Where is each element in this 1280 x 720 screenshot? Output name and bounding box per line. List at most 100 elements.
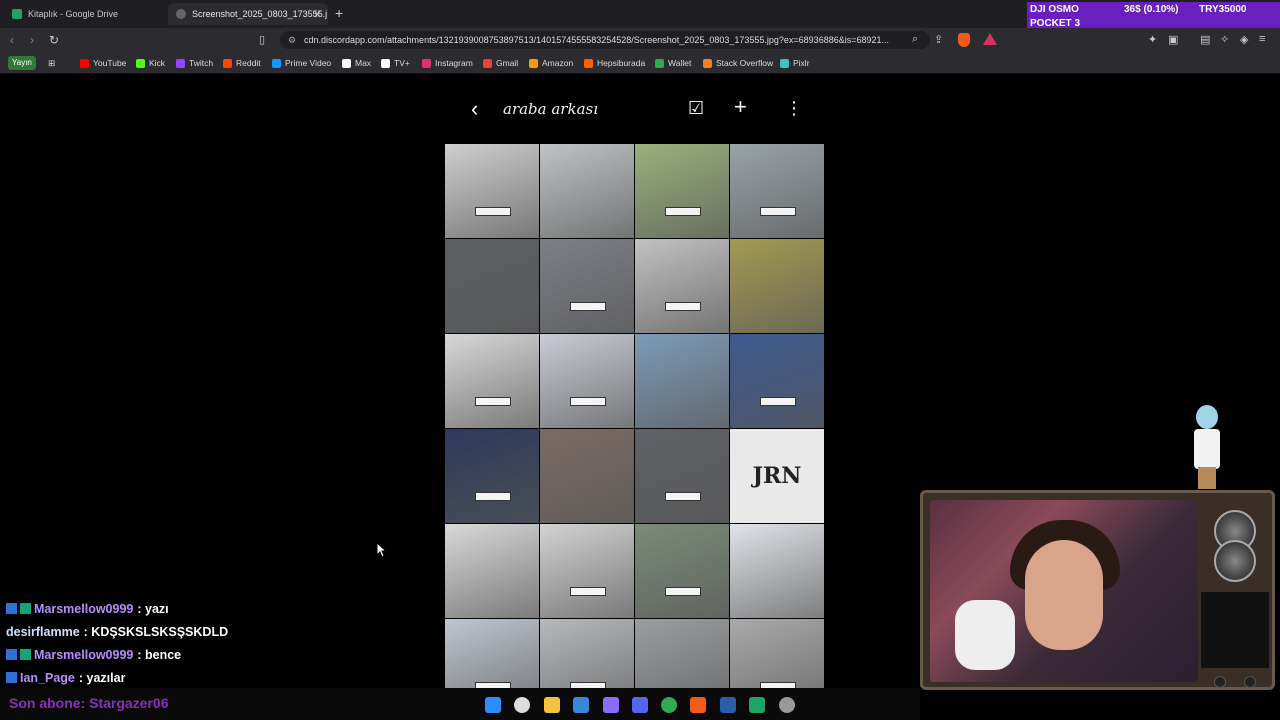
- store-icon[interactable]: [573, 697, 589, 713]
- chrome-icon[interactable]: [661, 697, 677, 713]
- photo-thumbnail[interactable]: [635, 144, 729, 238]
- tv-dial-right: [1244, 676, 1256, 688]
- sheets-icon[interactable]: [749, 697, 765, 713]
- screen: Kitaplık - Google Drive Screenshot_2025_…: [0, 0, 1280, 720]
- chat-badge-icon: [20, 603, 31, 614]
- back-icon[interactable]: ‹: [10, 33, 14, 47]
- bookmark-gmail[interactable]: Gmail: [483, 56, 518, 70]
- bookmark-amazon[interactable]: Amazon: [529, 56, 573, 70]
- license-plate: [665, 492, 701, 501]
- forward-icon[interactable]: ›: [30, 33, 34, 47]
- price-ticker: DJI OSMO POCKET 3 36$ (0.10%) TRY35000: [1027, 2, 1280, 31]
- zoom-icon[interactable]: ⌕: [912, 33, 918, 46]
- chat-text: : yazılar: [78, 670, 126, 685]
- license-plate: [475, 207, 511, 216]
- license-plate: [760, 207, 796, 216]
- bookmark-tv-[interactable]: TV+: [381, 56, 410, 70]
- site-info-icon[interactable]: ⚙: [288, 31, 296, 49]
- brave-shields-icon[interactable]: [958, 33, 970, 47]
- bookmark-pixlr[interactable]: Pixlr: [780, 56, 810, 70]
- photo-thumbnail[interactable]: [445, 524, 539, 618]
- wallet-icon[interactable]: ▤: [1200, 33, 1210, 46]
- windows-icon[interactable]: [485, 697, 501, 713]
- bookmark-label: Kick: [149, 58, 166, 68]
- photo-thumbnail[interactable]: [635, 429, 729, 523]
- youtube-icon: [80, 58, 89, 68]
- bookmark-label: Twitch: [189, 58, 214, 68]
- search-icon[interactable]: [514, 697, 530, 713]
- photo-thumbnail[interactable]: JRN: [730, 429, 824, 523]
- close-icon[interactable]: ✕: [313, 8, 322, 21]
- back-arrow-icon[interactable]: ‹: [471, 96, 478, 122]
- photo-thumbnail[interactable]: [635, 524, 729, 618]
- file-explorer-icon[interactable]: [544, 697, 560, 713]
- photo-thumbnail[interactable]: [445, 429, 539, 523]
- sidebar-icon[interactable]: ▣: [1168, 33, 1178, 46]
- gmail-icon: [483, 58, 492, 68]
- webcam-feed: [930, 500, 1198, 682]
- photo-thumbnail[interactable]: [730, 334, 824, 428]
- bookmark-hepsiburada[interactable]: Hepsiburada: [584, 56, 645, 70]
- bookmark-wallet[interactable]: Wallet: [655, 56, 691, 70]
- tab-google-drive[interactable]: Kitaplık - Google Drive: [4, 3, 164, 25]
- rick-sticker: [1188, 405, 1228, 490]
- apps-icon[interactable]: ⊞: [48, 56, 55, 70]
- photo-thumbnail[interactable]: [730, 144, 824, 238]
- bookmark-label: Pixlr: [793, 58, 810, 68]
- tab-screenshot[interactable]: Screenshot_2025_0803_173555.j ✕: [168, 3, 328, 25]
- bookmark-instagram[interactable]: Instagram: [422, 56, 473, 70]
- reload-icon[interactable]: ↻: [49, 33, 59, 47]
- tv--icon: [381, 58, 390, 68]
- pixlr-icon: [780, 58, 789, 68]
- twitch-icon: [176, 58, 185, 68]
- license-plate: [760, 397, 796, 406]
- photo-thumbnail[interactable]: [445, 144, 539, 238]
- prime-video-icon: [272, 58, 281, 68]
- chat-text: : KDŞSKSLSKSŞSKDLD: [83, 624, 229, 639]
- photo-thumbnail[interactable]: [540, 429, 634, 523]
- vpn-icon[interactable]: ◈: [1240, 33, 1248, 46]
- steam-icon[interactable]: [720, 697, 736, 713]
- photo-thumbnail[interactable]: [635, 334, 729, 428]
- chat-badge-icon: [6, 603, 17, 614]
- bookmark-twitch[interactable]: Twitch: [176, 56, 213, 70]
- select-icon[interactable]: ☑: [688, 98, 704, 119]
- extensions-icon[interactable]: ✦: [1148, 33, 1157, 46]
- bookmark-prime-video[interactable]: Prime Video: [272, 56, 331, 70]
- bookmark-stack-overflow[interactable]: Stack Overflow: [703, 56, 773, 70]
- bookmark-youtube[interactable]: YouTube: [80, 56, 126, 70]
- share-icon[interactable]: ⇪: [934, 33, 943, 46]
- photo-thumbnail[interactable]: [730, 239, 824, 333]
- license-plate: [665, 302, 701, 311]
- new-tab-button[interactable]: +: [335, 5, 343, 21]
- menu-icon[interactable]: ≡: [1259, 33, 1265, 45]
- instagram-icon: [422, 58, 431, 68]
- tv-knob-bottom: [1214, 540, 1256, 582]
- more-options-icon[interactable]: ⋮: [785, 98, 803, 119]
- url-field[interactable]: ⚙ cdn.discordapp.com/attachments/1321939…: [280, 31, 930, 49]
- bookmark-kick[interactable]: Kick: [136, 56, 165, 70]
- chat-username: desirflamme: [6, 624, 80, 639]
- bookmark-max[interactable]: Max: [342, 56, 371, 70]
- obs-icon[interactable]: [603, 697, 619, 713]
- photo-thumbnail[interactable]: [540, 239, 634, 333]
- add-icon[interactable]: +: [734, 94, 747, 120]
- bookmark-label: Max: [355, 58, 372, 68]
- address-toolbar: ‹ › ↻ ▯ ⚙ cdn.discordapp.com/attachments…: [0, 28, 1280, 52]
- bookmark-reddit[interactable]: Reddit: [223, 56, 261, 70]
- leo-ai-icon[interactable]: ✧: [1220, 33, 1229, 46]
- photo-thumbnail[interactable]: [540, 144, 634, 238]
- photo-thumbnail[interactable]: [445, 239, 539, 333]
- brave-icon[interactable]: [690, 697, 706, 713]
- bookmark-icon[interactable]: ▯: [259, 33, 265, 46]
- photo-thumbnail[interactable]: [540, 334, 634, 428]
- discord-icon[interactable]: [632, 697, 648, 713]
- photo-thumbnail[interactable]: [635, 239, 729, 333]
- yayin-badge[interactable]: Yayın: [8, 56, 36, 70]
- photo-thumbnail[interactable]: [540, 524, 634, 618]
- photo-thumbnail[interactable]: [445, 334, 539, 428]
- bookmark-label: Prime Video: [285, 58, 332, 68]
- settings-icon[interactable]: [779, 697, 795, 713]
- photo-thumbnail[interactable]: [730, 524, 824, 618]
- chat-username: Marsmellow0999: [34, 601, 134, 616]
